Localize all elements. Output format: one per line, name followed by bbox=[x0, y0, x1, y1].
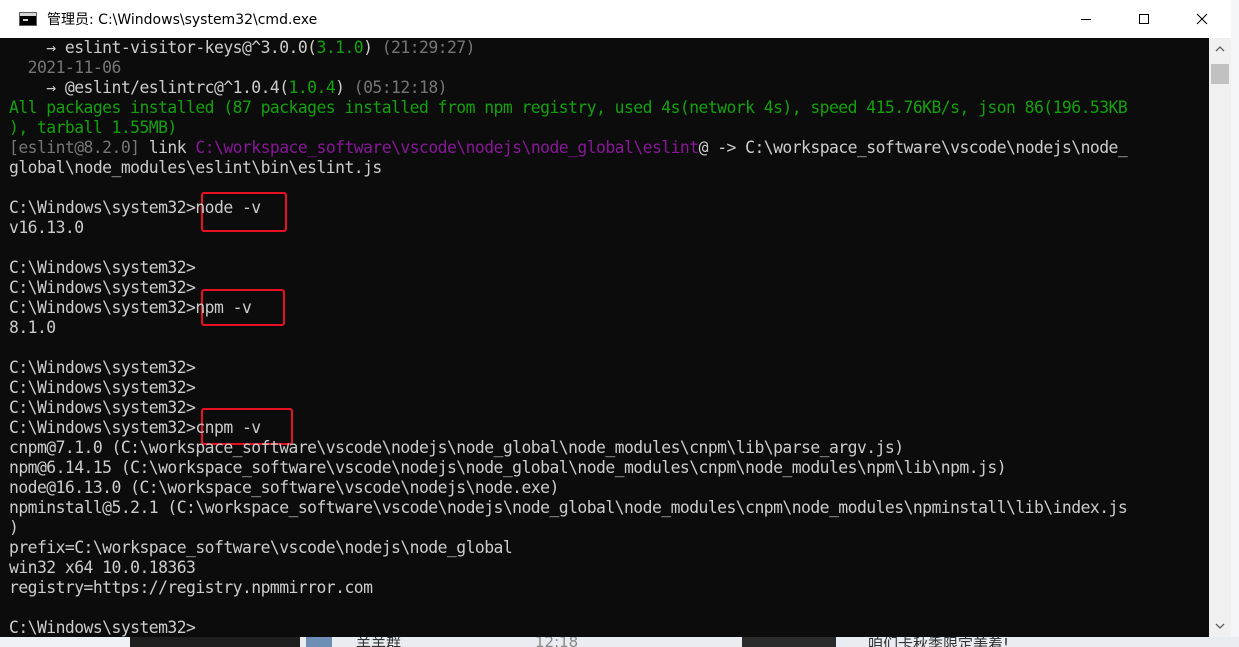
console-output[interactable]: → eslint-visitor-keys@^3.0.0(3.1.0) (21:… bbox=[0, 38, 1209, 637]
console-text-segment: 3.1.0 bbox=[316, 38, 364, 57]
console-text-segment: → @eslint/eslintrc@^1.0.4( bbox=[9, 78, 289, 97]
chevron-down-icon bbox=[1215, 623, 1225, 629]
chevron-up-icon bbox=[1215, 46, 1225, 52]
scrollbar-thumb[interactable] bbox=[1211, 64, 1229, 84]
console-text-segment: prefix=C:\workspace_software\vscode\node… bbox=[9, 538, 513, 557]
console-text-segment: ) bbox=[335, 78, 354, 97]
console-line: cnpm@7.1.0 (C:\workspace_software\vscode… bbox=[9, 438, 904, 458]
console-line: C:\Windows\system32> bbox=[9, 398, 196, 418]
console-text-segment: registry=https://registry.npmmirror.com bbox=[9, 578, 373, 597]
console-text-segment: link bbox=[139, 138, 196, 157]
cmd-icon bbox=[19, 12, 37, 26]
console-line: ), tarball 1.55MB) bbox=[9, 118, 177, 138]
console-text-segment: cnpm@7.1.0 (C:\workspace_software\vscode… bbox=[9, 438, 904, 457]
background-text: 咱们卡秋季限定美着! bbox=[868, 637, 1010, 647]
background-apps-strip: 羊羊群 12:18 咱们卡秋季限定美着! bbox=[0, 637, 1239, 647]
console-text-segment: npminstall@5.2.1 (C:\workspace_software\… bbox=[9, 498, 1128, 517]
console-text-segment: C:\Windows\system32>node -v bbox=[9, 198, 261, 217]
console-line: C:\Windows\system32> bbox=[9, 258, 196, 278]
console-text-segment: ) bbox=[9, 518, 19, 537]
background-icon bbox=[306, 637, 332, 647]
console-text-segment: C:\Windows\system32> bbox=[9, 258, 196, 277]
console-line: ) bbox=[9, 518, 19, 538]
console-line: v16.13.0 bbox=[9, 218, 84, 238]
window-controls bbox=[1057, 0, 1231, 38]
console-text-segment: All packages installed (87 packages inst… bbox=[9, 98, 1128, 117]
close-icon bbox=[1196, 13, 1208, 25]
console-line: C:\Windows\system32> bbox=[9, 618, 196, 637]
background-time: 12:18 bbox=[535, 637, 579, 647]
console-line: C:\Windows\system32> bbox=[9, 278, 196, 298]
close-button[interactable] bbox=[1173, 0, 1231, 38]
console-line: → eslint-visitor-keys@^3.0.0(3.1.0) (21:… bbox=[9, 38, 475, 58]
scroll-up-button[interactable] bbox=[1209, 40, 1231, 58]
console-text-segment: ) bbox=[363, 38, 382, 57]
console-text-segment: global\node_modules\eslint\bin\eslint.js bbox=[9, 158, 382, 177]
console-text-segment: npm@6.14.15 (C:\workspace_software\vscod… bbox=[9, 458, 1007, 477]
console-text-segment: C:\Windows\system32> bbox=[9, 358, 196, 377]
console-text-segment: (05:12:18) bbox=[353, 78, 448, 97]
console-text-segment: 2021-11-06 bbox=[9, 58, 122, 77]
console-text-segment: C:\workspace_software\vscode\nodejs\node… bbox=[195, 138, 699, 157]
console-line: prefix=C:\workspace_software\vscode\node… bbox=[9, 538, 513, 558]
console-line: global\node_modules\eslint\bin\eslint.js bbox=[9, 158, 382, 178]
console-text-segment: → eslint-visitor-keys@^3.0.0( bbox=[9, 38, 317, 57]
console-text-segment: C:\Windows\system32> bbox=[9, 278, 196, 297]
console-text-segment: (21:29:27) bbox=[381, 38, 476, 57]
background-icon bbox=[742, 637, 836, 647]
maximize-button[interactable] bbox=[1115, 0, 1173, 38]
vertical-scrollbar[interactable] bbox=[1209, 38, 1231, 637]
console-line: → @eslint/eslintrc@^1.0.4(1.0.4) (05:12:… bbox=[9, 78, 447, 98]
console-text-segment: 1.0.4 bbox=[288, 78, 336, 97]
cmd-window: 管理员: C:\Windows\system32\cmd.exe → eslin… bbox=[0, 0, 1231, 647]
console-line: npm@6.14.15 (C:\workspace_software\vscod… bbox=[9, 458, 1007, 478]
title-bar[interactable]: 管理员: C:\Windows\system32\cmd.exe bbox=[0, 0, 1231, 38]
console-line: C:\Windows\system32>cnpm -v bbox=[9, 418, 261, 438]
console-text-segment: C:\Windows\system32> bbox=[9, 398, 196, 417]
minimize-icon bbox=[1081, 19, 1091, 20]
console-text-segment: C:\Windows\system32> bbox=[9, 378, 196, 397]
background-window-edge bbox=[1231, 0, 1239, 647]
console-line: npminstall@5.2.1 (C:\workspace_software\… bbox=[9, 498, 1128, 518]
console-text-segment: [eslint@8.2.0] bbox=[9, 138, 140, 157]
console-text-segment: @ -> C:\workspace_software\vscode\nodejs… bbox=[698, 138, 1128, 157]
window-title: 管理员: C:\Windows\system32\cmd.exe bbox=[47, 12, 318, 28]
background-icon bbox=[130, 637, 300, 647]
console-line: C:\Windows\system32> bbox=[9, 378, 196, 398]
console-text-segment: C:\Windows\system32>npm -v bbox=[9, 298, 252, 317]
console-text-segment: C:\Windows\system32> bbox=[9, 618, 196, 637]
maximize-icon bbox=[1139, 14, 1149, 24]
console-line: win32 x64 10.0.18363 bbox=[9, 558, 196, 578]
console-text-segment: v16.13.0 bbox=[9, 218, 84, 237]
console-text-segment: C:\Windows\system32>cnpm -v bbox=[9, 418, 261, 437]
background-icon bbox=[0, 637, 130, 647]
background-text: 羊羊群 bbox=[356, 637, 402, 647]
console-line: C:\Windows\system32> bbox=[9, 358, 196, 378]
console-text-segment: 8.1.0 bbox=[9, 318, 56, 337]
scroll-down-button[interactable] bbox=[1209, 617, 1231, 635]
console-text-segment: node@16.13.0 (C:\workspace_software\vsco… bbox=[9, 478, 559, 497]
console-text-segment: win32 x64 10.0.18363 bbox=[9, 558, 196, 577]
console-line: [eslint@8.2.0] link C:\workspace_softwar… bbox=[9, 138, 1128, 158]
console-line: 8.1.0 bbox=[9, 318, 56, 338]
minimize-button[interactable] bbox=[1057, 0, 1115, 38]
console-line: C:\Windows\system32>npm -v bbox=[9, 298, 252, 318]
console-line: node@16.13.0 (C:\workspace_software\vsco… bbox=[9, 478, 559, 498]
console-text-segment: ), tarball 1.55MB) bbox=[9, 118, 177, 137]
console-line: registry=https://registry.npmmirror.com bbox=[9, 578, 373, 598]
console-line: C:\Windows\system32>node -v bbox=[9, 198, 261, 218]
console-line: 2021-11-06 bbox=[9, 58, 122, 78]
console-line: All packages installed (87 packages inst… bbox=[9, 98, 1128, 118]
